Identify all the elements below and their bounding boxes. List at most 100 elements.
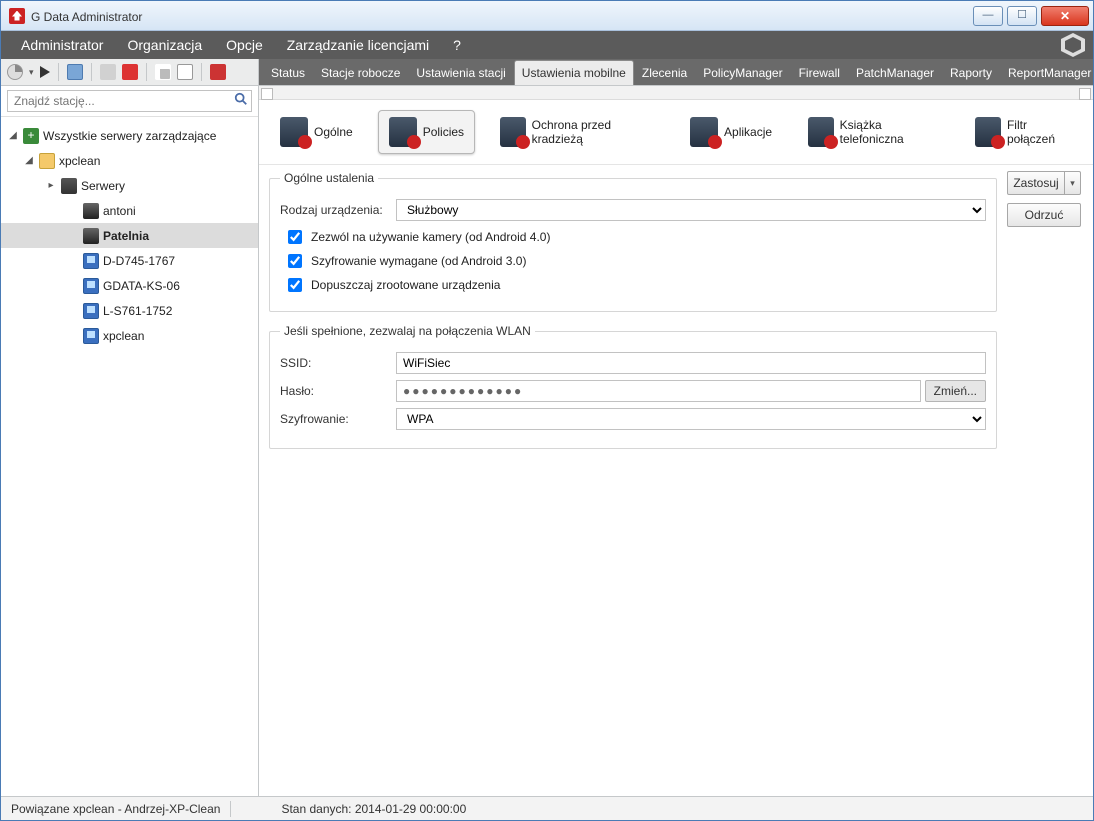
search-icon[interactable] — [234, 92, 248, 106]
delete-icon[interactable] — [122, 64, 138, 80]
horizontal-scroll-track[interactable] — [259, 86, 1093, 100]
password-label: Hasło: — [280, 384, 390, 398]
separator — [201, 63, 202, 81]
tree-group[interactable]: ◢ xpclean — [1, 148, 258, 173]
separator — [146, 63, 147, 81]
change-password-button[interactable]: Zmień... — [925, 380, 986, 402]
apply-dropdown-arrow[interactable]: ▾ — [1065, 171, 1081, 195]
menu-help[interactable]: ? — [441, 31, 473, 59]
phone-apps-icon — [690, 117, 718, 147]
maximize-button[interactable]: ☐ — [1007, 6, 1037, 26]
menu-administrator[interactable]: Administrator — [9, 31, 115, 59]
expand-icon[interactable]: ▸ — [45, 180, 57, 191]
menu-bar: Administrator Organizacja Opcje Zarządza… — [1, 31, 1093, 59]
status-left: Powiązane xpclean - Andrzej-XP-Clean — [1, 802, 230, 816]
mobile-subtabs: Ogólne Policies Ochrona przed kradzieżą … — [259, 100, 1093, 165]
subtab-ogolne[interactable]: Ogólne — [269, 110, 364, 154]
cut-icon[interactable] — [100, 64, 116, 80]
chk-encrypt-label: Szyfrowanie wymagane (od Android 3.0) — [311, 254, 526, 268]
tool-row: ▾ Status Stacje robocze Ustawienia stacj… — [1, 59, 1093, 86]
tab-policymanager[interactable]: PolicyManager — [695, 60, 790, 85]
main-area: ◢ Wszystkie serwery zarządzające ◢ xpcle… — [1, 86, 1093, 796]
tree-servers[interactable]: ▸ Serwery — [1, 173, 258, 198]
tab-raporty[interactable]: Raporty — [942, 60, 1000, 85]
group-wlan: Jeśli spełnione, zezwalaj na połączenia … — [269, 324, 997, 449]
subtab-label: Filtr połączeń — [1007, 118, 1072, 146]
title-bar: G Data Administrator — ☐ ✕ — [1, 1, 1093, 31]
subtab-label: Policies — [423, 125, 464, 139]
apply-button[interactable]: Zastosuj — [1007, 171, 1065, 195]
subtab-ochrona[interactable]: Ochrona przed kradzieżą — [489, 110, 665, 154]
password-input[interactable] — [396, 380, 921, 402]
chk-camera[interactable] — [288, 230, 302, 244]
doc-icon[interactable] — [177, 64, 193, 80]
chk-camera-label: Zezwól na używanie kamery (od Android 4.… — [311, 230, 550, 244]
search-row — [1, 86, 258, 117]
panel-side: Zastosuj ▾ Odrzuć — [1007, 171, 1083, 786]
tree-root[interactable]: ◢ Wszystkie serwery zarządzające — [1, 123, 258, 148]
tree-node-antoni[interactable]: antoni — [1, 198, 258, 223]
add-group-icon[interactable] — [67, 64, 83, 80]
apply-button-group: Zastosuj ▾ — [1007, 171, 1083, 195]
phone-settings-icon — [280, 117, 308, 147]
minimize-button[interactable]: — — [973, 6, 1003, 26]
tree-label: L-S761-1752 — [103, 304, 172, 318]
refresh-icon[interactable] — [7, 64, 23, 80]
menu-organizacja[interactable]: Organizacja — [115, 31, 214, 59]
flag-icon[interactable] — [210, 64, 226, 80]
menu-opcje[interactable]: Opcje — [214, 31, 275, 59]
toolbar: ▾ — [1, 59, 259, 85]
status-bar: Powiązane xpclean - Andrzej-XP-Clean Sta… — [1, 796, 1093, 820]
tree-node-gdata-ks[interactable]: GDATA-KS-06 — [1, 273, 258, 298]
panel-main: Ogólne ustalenia Rodzaj urządzenia: Służ… — [269, 171, 997, 786]
group-general: Ogólne ustalenia Rodzaj urządzenia: Służ… — [269, 171, 997, 312]
ssid-label: SSID: — [280, 356, 390, 370]
chk-root[interactable] — [288, 278, 302, 292]
tree-view[interactable]: ◢ Wszystkie serwery zarządzające ◢ xpcle… — [1, 117, 258, 796]
window-title: G Data Administrator — [31, 8, 969, 24]
subtab-label: Ogólne — [314, 125, 353, 139]
status-right: Stan danych: 2014-01-29 00:00:00 — [271, 802, 476, 816]
chk-encrypt[interactable] — [288, 254, 302, 268]
grid-icon[interactable] — [155, 64, 171, 80]
phone-policy-icon — [389, 117, 417, 147]
menu-licencje[interactable]: Zarządzanie licencjami — [275, 31, 441, 59]
tab-reportmanager[interactable]: ReportManager — [1000, 60, 1093, 85]
content: Ogólne Policies Ochrona przed kradzieżą … — [259, 86, 1093, 796]
subtab-label: Książka telefoniczna — [840, 118, 940, 146]
subtab-policies[interactable]: Policies — [378, 110, 475, 154]
app-icon — [9, 8, 25, 24]
close-button[interactable]: ✕ — [1041, 6, 1089, 26]
tab-ustawienia-mobilne[interactable]: Ustawienia mobilne — [514, 60, 634, 85]
ssid-input[interactable] — [396, 352, 986, 374]
separator — [58, 63, 59, 81]
tab-firewall[interactable]: Firewall — [791, 60, 848, 85]
phone-contacts-icon — [808, 117, 834, 147]
device-type-select[interactable]: Służbowy — [396, 199, 986, 221]
play-icon[interactable] — [40, 66, 50, 78]
encryption-select[interactable]: WPA — [396, 408, 986, 430]
server-icon — [61, 178, 77, 194]
subtab-ksiazka[interactable]: Książka telefoniczna — [797, 110, 950, 154]
folder-icon — [39, 153, 55, 169]
subtab-aplikacje[interactable]: Aplikacje — [679, 110, 783, 154]
tab-status[interactable]: Status — [263, 60, 313, 85]
subtab-filtr[interactable]: Filtr połączeń — [964, 110, 1083, 154]
chk-root-label: Dopuszczaj zrootowane urządzenia — [311, 278, 500, 292]
tab-ustawienia-stacji[interactable]: Ustawienia stacji — [408, 60, 513, 85]
group-legend: Ogólne ustalenia — [280, 171, 378, 185]
reject-button[interactable]: Odrzuć — [1007, 203, 1081, 227]
collapse-icon[interactable]: ◢ — [23, 155, 35, 166]
search-input[interactable] — [7, 90, 252, 112]
group-legend: Jeśli spełnione, zezwalaj na połączenia … — [280, 324, 535, 338]
tree-node-xpclean[interactable]: xpclean — [1, 323, 258, 348]
tree-node-ls761[interactable]: L-S761-1752 — [1, 298, 258, 323]
monitor-icon — [83, 303, 99, 319]
root-icon — [23, 128, 39, 144]
tab-stacje-robocze[interactable]: Stacje robocze — [313, 60, 408, 85]
tree-node-patelnia[interactable]: Patelnia — [1, 223, 258, 248]
tab-zlecenia[interactable]: Zlecenia — [634, 60, 695, 85]
tab-patchmanager[interactable]: PatchManager — [848, 60, 942, 85]
collapse-icon[interactable]: ◢ — [7, 130, 19, 141]
tree-node-d745[interactable]: D-D745-1767 — [1, 248, 258, 273]
